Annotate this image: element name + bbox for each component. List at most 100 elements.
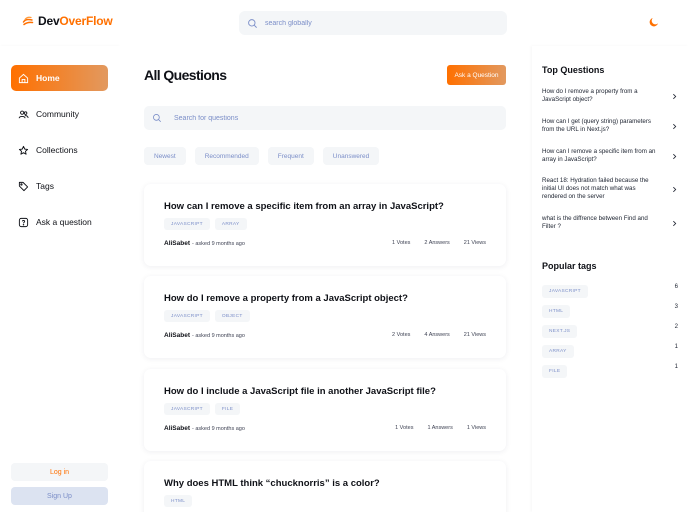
filter-recommended[interactable]: Recommended bbox=[194, 147, 259, 165]
sidebar-item-ask-question[interactable]: Ask a question bbox=[11, 209, 108, 235]
question-stats: 1 Votes 2 Answers 21 Views bbox=[378, 240, 486, 246]
answers-count: 1 Answers bbox=[427, 425, 453, 431]
tag-count: 3 bbox=[674, 304, 678, 310]
question-tags: JAVASCRIPT FILE bbox=[164, 403, 245, 415]
tag-chip[interactable]: JAVASCRIPT bbox=[542, 285, 588, 298]
sidebar-item-label: Tags bbox=[36, 181, 54, 191]
chevron-right-icon bbox=[673, 93, 677, 99]
question-icon bbox=[18, 217, 29, 227]
asked-time: - asked 9 months ago bbox=[192, 425, 245, 432]
popular-tag-item: FILE 1 bbox=[542, 364, 678, 378]
tag-chip[interactable]: HTML bbox=[164, 495, 193, 507]
sidebar-item-label: Home bbox=[36, 73, 60, 83]
question-title[interactable]: How do I include a JavaScript file in an… bbox=[164, 386, 436, 397]
signup-button[interactable]: Sign Up bbox=[11, 487, 108, 505]
global-search-input[interactable] bbox=[265, 19, 485, 27]
votes-count: 1 Votes bbox=[395, 425, 414, 431]
tag-count: 6 bbox=[674, 284, 678, 290]
top-question-text: How do I remove a property from a JavaSc… bbox=[542, 88, 638, 103]
tag-chip[interactable]: JAVASCRIPT bbox=[164, 403, 210, 415]
question-title[interactable]: Why does HTML think “chucknorris” is a c… bbox=[164, 478, 380, 489]
sidebar-item-label: Collections bbox=[36, 145, 78, 155]
popular-tag-item: ARRAY 1 bbox=[542, 344, 678, 358]
main-content: All Questions Ask a Question Newest Reco… bbox=[118, 46, 532, 512]
tag-chip[interactable]: JAVASCRIPT bbox=[164, 310, 210, 322]
tag-chip[interactable]: JAVASCRIPT bbox=[164, 218, 210, 230]
question-title[interactable]: How can I remove a specific item from an… bbox=[164, 201, 444, 212]
top-question-text: How can I get (query string) parameters … bbox=[542, 118, 652, 133]
tag-count: 1 bbox=[674, 344, 678, 350]
author-name[interactable]: AliSabet bbox=[164, 332, 190, 339]
sidebar-item-community[interactable]: Community bbox=[11, 101, 108, 127]
logo[interactable]: Dev OverFlow bbox=[22, 14, 113, 28]
top-question-item[interactable]: what is the diffrence between Find and F… bbox=[542, 215, 678, 231]
top-question-item[interactable]: How do I remove a property from a JavaSc… bbox=[542, 88, 678, 104]
top-navbar: Dev OverFlow bbox=[0, 0, 688, 46]
popular-tags-heading: Popular tags bbox=[542, 261, 597, 271]
ask-question-button[interactable]: Ask a Question bbox=[447, 65, 506, 85]
top-question-item[interactable]: How can I remove a specific item from an… bbox=[542, 148, 678, 164]
views-count: 21 Views bbox=[463, 332, 486, 338]
popular-tag-item: JAVASCRIPT 6 bbox=[542, 284, 678, 298]
sidebar-item-label: Community bbox=[36, 109, 79, 119]
tag-chip[interactable]: FILE bbox=[542, 365, 568, 378]
question-meta: AliSabet - asked 9 months ago bbox=[164, 425, 245, 432]
tag-count: 2 bbox=[674, 324, 678, 330]
top-question-text: React 18: Hydration failed because the i… bbox=[542, 177, 649, 200]
search-icon bbox=[153, 114, 162, 123]
filter-bar: Newest Recommended Frequent Unanswered bbox=[144, 147, 388, 165]
chevron-right-icon bbox=[673, 153, 677, 159]
theme-toggle-icon[interactable] bbox=[648, 16, 660, 28]
home-icon bbox=[18, 73, 29, 83]
sidebar-item-tags[interactable]: Tags bbox=[11, 173, 108, 199]
tag-chip[interactable]: ARRAY bbox=[214, 218, 247, 230]
votes-count: 2 Votes bbox=[392, 332, 411, 338]
sidebar-item-home[interactable]: Home bbox=[11, 65, 108, 91]
asked-time: - asked 9 months ago bbox=[192, 240, 245, 247]
star-icon bbox=[18, 145, 29, 155]
top-question-item[interactable]: How can I get (query string) parameters … bbox=[542, 118, 678, 134]
logo-icon bbox=[22, 16, 34, 26]
chevron-right-icon bbox=[673, 220, 677, 226]
filter-unanswered[interactable]: Unanswered bbox=[322, 147, 380, 165]
question-stats: 2 Votes 4 Answers 21 Views bbox=[378, 332, 486, 338]
tag-chip[interactable]: ARRAY bbox=[542, 345, 574, 358]
page-title: All Questions bbox=[144, 67, 227, 83]
top-question-text: what is the diffrence between Find and F… bbox=[542, 215, 648, 230]
left-sidebar: Home Community Collections Tags Ask a qu… bbox=[0, 46, 118, 512]
tag-chip[interactable]: HTML bbox=[542, 305, 571, 318]
popular-tag-item: NEXT.JS 2 bbox=[542, 324, 678, 338]
filter-frequent[interactable]: Frequent bbox=[267, 147, 314, 165]
question-search-input[interactable] bbox=[174, 114, 474, 122]
question-card: How can I remove a specific item from an… bbox=[144, 184, 506, 266]
question-stats: 1 Votes 1 Answers 1 Views bbox=[381, 425, 486, 431]
question-card: Why does HTML think “chucknorris” is a c… bbox=[144, 461, 506, 512]
question-title[interactable]: How do I remove a property from a JavaSc… bbox=[164, 293, 408, 304]
question-tags: JAVASCRIPT ARRAY bbox=[164, 218, 252, 230]
top-question-item[interactable]: React 18: Hydration failed because the i… bbox=[542, 177, 678, 201]
author-name[interactable]: AliSabet bbox=[164, 425, 190, 432]
views-count: 21 Views bbox=[463, 240, 486, 246]
global-search-bar[interactable] bbox=[239, 11, 507, 35]
question-card: How do I include a JavaScript file in an… bbox=[144, 369, 506, 451]
tag-chip[interactable]: FILE bbox=[214, 403, 241, 415]
question-meta: AliSabet - asked 9 months ago bbox=[164, 332, 245, 339]
question-search-bar[interactable] bbox=[144, 106, 506, 130]
logo-text-accent: OverFlow bbox=[59, 14, 113, 28]
votes-count: 1 Votes bbox=[392, 240, 411, 246]
answers-count: 2 Answers bbox=[424, 240, 450, 246]
views-count: 1 Views bbox=[466, 425, 486, 431]
filter-newest[interactable]: Newest bbox=[144, 147, 186, 165]
tag-chip[interactable]: OBJECT bbox=[214, 310, 250, 322]
logo-text-prefix: Dev bbox=[38, 14, 60, 28]
author-name[interactable]: AliSabet bbox=[164, 240, 190, 247]
search-icon bbox=[248, 18, 257, 28]
tag-chip[interactable]: NEXT.JS bbox=[542, 325, 578, 338]
top-questions-heading: Top Questions bbox=[542, 65, 605, 75]
tag-icon bbox=[18, 181, 29, 191]
top-question-text: How can I remove a specific item from an… bbox=[542, 148, 656, 163]
sidebar-item-collections[interactable]: Collections bbox=[11, 137, 108, 163]
question-tags: HTML bbox=[164, 495, 197, 507]
login-button[interactable]: Log in bbox=[11, 463, 108, 481]
tag-count: 1 bbox=[674, 364, 678, 370]
